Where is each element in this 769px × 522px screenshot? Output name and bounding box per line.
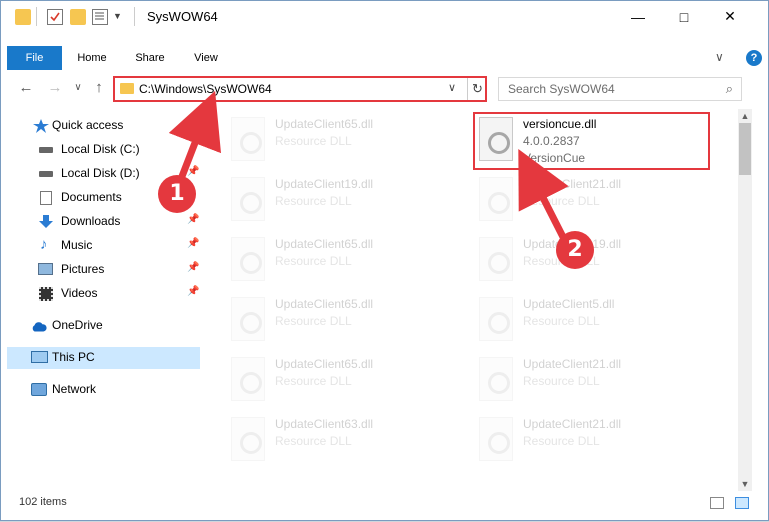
callout-step-1: 1 — [158, 175, 196, 213]
arrow-2 — [518, 149, 569, 239]
explorer-window: ▼ SysWOW64 — □ ✕ File Home Share View ∨ … — [0, 0, 769, 521]
callout-step-2: 2 — [556, 231, 594, 269]
annotation-arrows — [168, 90, 569, 239]
arrow-1 — [168, 90, 222, 181]
